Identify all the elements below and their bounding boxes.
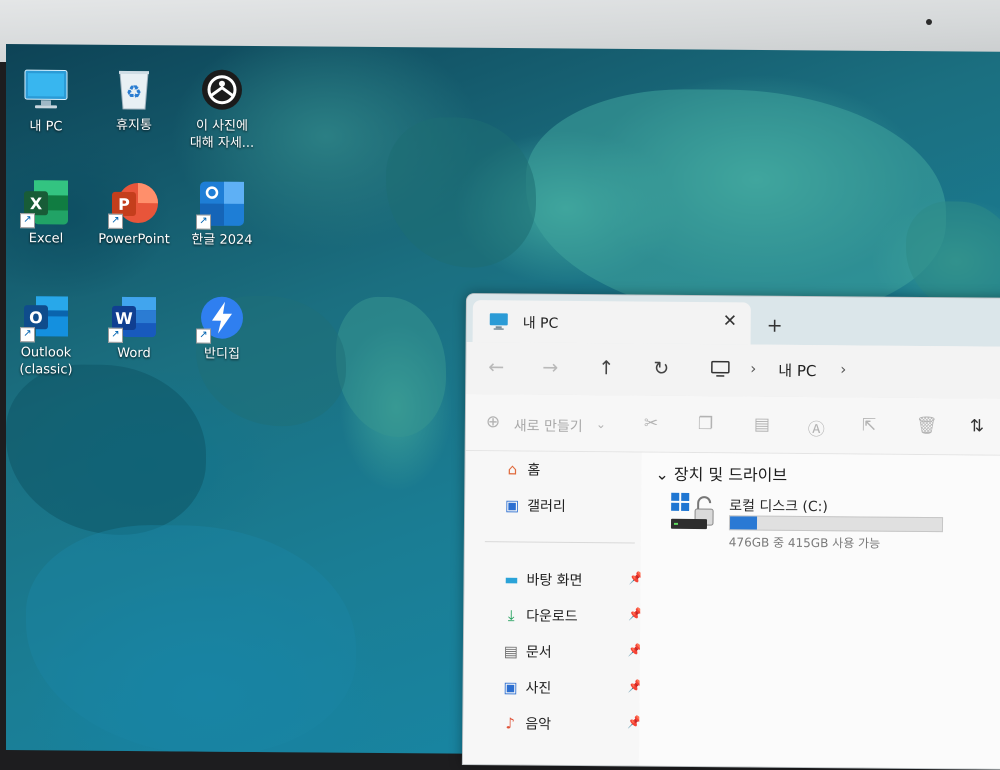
excel-icon: X ↗ [22, 178, 70, 226]
svg-text:♻: ♻ [126, 82, 142, 103]
svg-text:O: O [29, 308, 43, 327]
sidebar-item-label: 다운로드 [526, 606, 578, 626]
desktop-icon-recycle-bin[interactable]: ♻ 휴지통 [91, 65, 177, 135]
tab-bar: 내 PC ✕ + [467, 294, 1000, 347]
desktop-icon-bandizip[interactable]: ↗ 반디집 [179, 293, 265, 363]
webcam [926, 19, 932, 25]
back-button[interactable]: ← [488, 356, 504, 378]
gallery-icon: ▣ [503, 496, 521, 514]
desktop-icon-label: PowerPoint [91, 231, 177, 249]
chevron-down-icon: ⌄ [655, 465, 669, 484]
outlook-icon: O ↗ [22, 292, 70, 340]
word-icon: W ↗ [110, 293, 158, 341]
music-icon: ♪ [501, 714, 519, 732]
breadcrumb-separator: › [750, 359, 756, 377]
cut-icon[interactable]: ✂ [644, 414, 658, 434]
desktop-icon-my-pc[interactable]: 내 PC [6, 66, 89, 136]
file-explorer-window[interactable]: 내 PC ✕ + ← → ↑ ↻ › 내 PC › ⊕ 새로 만들기 ⌄ ✂ ❐… [462, 293, 1000, 770]
divider [485, 541, 635, 543]
paste-icon[interactable]: ▤ [754, 415, 770, 435]
sidebar-item-label: 사진 [525, 678, 551, 698]
desktop-icon-label: 한글 2024 [179, 231, 265, 249]
svg-text:P: P [118, 195, 130, 214]
svg-text:X: X [30, 194, 43, 213]
new-icon: ⊕ [486, 412, 500, 432]
recycle-bin-icon: ♻ [110, 65, 158, 113]
drive-icon [669, 491, 721, 541]
new-tab-button[interactable]: + [767, 315, 783, 337]
copy-icon[interactable]: ❐ [698, 414, 713, 434]
section-devices-drives[interactable]: ⌄ 장치 및 드라이브 [655, 461, 787, 486]
chevron-down-icon: ⌄ [596, 417, 606, 431]
sort-icon[interactable]: ⇅ [970, 416, 984, 436]
download-icon: ⤓ [502, 606, 520, 624]
sidebar-item-label: 문서 [526, 642, 552, 662]
computer-icon [710, 360, 730, 382]
rename-icon[interactable]: Ⓐ [808, 415, 825, 440]
forward-button[interactable]: → [542, 357, 558, 379]
computer-icon [489, 312, 509, 334]
sidebar-item-label: 음악 [525, 714, 551, 734]
svg-text:W: W [115, 309, 133, 328]
learn-about-picture-icon [198, 66, 246, 114]
desktop-icon-label: 내 PC [6, 118, 89, 136]
drive-space-info: 476GB 중 415GB 사용 가능 [729, 533, 880, 551]
desktop-icon-label-line1: 이 사진에 [179, 117, 265, 135]
breadcrumb-item-my-pc[interactable]: 내 PC [778, 360, 816, 381]
navigation-pane: ⌂ 홈 ▣ 갤러리 ▬ 바탕 화면 📌 ⤓ 다운로드 📌 ▤ 문서 📌 ▣ 사진… [463, 451, 642, 770]
drive-name: 로컬 디스크 (C:) [729, 495, 828, 516]
desktop-icon-powerpoint[interactable]: P ↗ PowerPoint [91, 179, 177, 249]
hangul-icon: ↗ [198, 180, 246, 228]
section-title: 장치 및 드라이브 [674, 465, 787, 485]
command-bar: ⊕ 새로 만들기 ⌄ ✂ ❐ ▤ Ⓐ ⇱ 🗑 ⇅ [466, 394, 1000, 456]
desktop-folder-icon: ▬ [502, 570, 520, 588]
navigation-bar: ← → ↑ ↻ › 내 PC › [466, 342, 1000, 400]
desktop-icon-outlook[interactable]: O ↗ Outlook (classic) [6, 292, 89, 379]
desktop-icon-word[interactable]: W ↗ Word [91, 293, 177, 363]
desktop-icon-label: Excel [6, 230, 89, 248]
content-pane: ⌄ 장치 및 드라이브 로컬 디스크 (C:) 476GB 중 415GB 사용… [639, 453, 1000, 770]
tab-title: 내 PC [523, 312, 559, 332]
tab-my-pc[interactable]: 내 PC ✕ [473, 300, 751, 344]
sidebar-item-label: 갤러리 [527, 496, 566, 516]
desktop-icon-label-line1: Outlook [6, 344, 89, 362]
desktop-icon-label: 휴지통 [91, 117, 177, 135]
sidebar-item-label: 홈 [527, 460, 540, 480]
desktop-icon-label-line2: 대해 자세... [179, 134, 265, 152]
desktop-icon-excel[interactable]: X ↗ Excel [6, 178, 89, 248]
pictures-icon: ▣ [501, 678, 519, 696]
up-button[interactable]: ↑ [598, 357, 614, 379]
desktop-icon-label-line2: (classic) [6, 361, 89, 379]
computer-icon [22, 66, 70, 114]
home-icon: ⌂ [503, 460, 521, 478]
desktop-icon-about-picture[interactable]: 이 사진에 대해 자세... [179, 65, 265, 152]
breadcrumb-separator[interactable]: › [840, 360, 846, 378]
refresh-button[interactable]: ↻ [653, 358, 669, 380]
desktop-icon-label: 반디집 [179, 345, 265, 363]
desktop-icon-label: Word [91, 345, 177, 363]
documents-icon: ▤ [502, 642, 520, 660]
desktop-icon-hangul[interactable]: ↗ 한글 2024 [179, 179, 265, 249]
new-button[interactable]: 새로 만들기 [514, 415, 583, 436]
drive-usage-fill [730, 516, 757, 529]
share-icon[interactable]: ⇱ [862, 415, 876, 435]
delete-icon[interactable]: 🗑 [916, 416, 938, 436]
drive-usage-bar [729, 515, 943, 532]
bandizip-icon: ↗ [198, 294, 246, 342]
powerpoint-icon: P ↗ [110, 179, 158, 227]
sidebar-item-label: 바탕 화면 [526, 570, 582, 590]
close-tab-button[interactable]: ✕ [723, 311, 737, 331]
